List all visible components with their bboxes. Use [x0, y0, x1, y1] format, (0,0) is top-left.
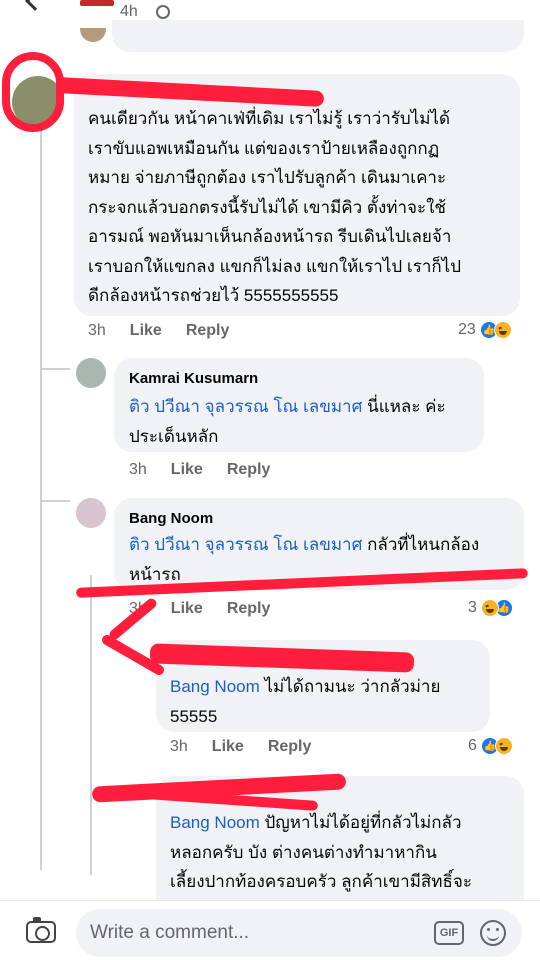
like-button[interactable]: Like [171, 461, 203, 478]
redaction-scribble [2, 52, 64, 132]
comment-line: คนเดียวกัน หน้าคาเฟ่ที่เดิม เราไม่รู้ เร… [88, 109, 451, 128]
reply-text-part: หลอกครับ บัง ต่างคนต่างทำมาหากิน [170, 842, 437, 862]
like-button[interactable]: Like [130, 322, 162, 339]
reply-text-part: เลี้ยงปากท้องครอบครัว ลูกค้าเขามีสิทธิ์จ… [170, 872, 472, 891]
comment-line: เราบอกให้แขกลง แขกก็ไม่ลง แขกให้เราไป เร… [88, 256, 462, 276]
emoji-icon[interactable] [480, 920, 506, 946]
comment-time: 3h [88, 322, 106, 339]
main-comment-text: คนเดียวกัน หน้าคาเฟ่ที่เดิม เราไม่รู้ เร… [88, 104, 518, 311]
reaction-summary[interactable]: 3 👍 [468, 599, 513, 617]
comment-time: 3h [129, 461, 147, 478]
globe-icon [156, 5, 170, 19]
page-logo [80, 0, 114, 6]
comment-author[interactable]: Kamrai Kusumarn [129, 370, 258, 387]
mention-link[interactable]: ติว ปวีณา จุลวรรณ โณ เลขมาศ [129, 397, 362, 416]
mention-link[interactable]: Bang Noom [170, 677, 260, 696]
reaction-summary[interactable]: 6 👍 [468, 737, 513, 755]
thread-line [40, 368, 70, 370]
reply-button[interactable]: Reply [227, 461, 271, 478]
reply-button[interactable]: Reply [268, 738, 312, 755]
like-button[interactable]: Like [212, 738, 244, 755]
comment-input-placeholder: Write a comment... [90, 922, 250, 943]
reply-text-part: ไม่ได้ถามนะ ว่ากลัวม่าย [259, 677, 441, 696]
reply-button[interactable]: Reply [186, 322, 230, 339]
comment-actions: 3h Like Reply [170, 738, 335, 756]
comment-composer: Write a comment... GIF [0, 900, 540, 960]
comment-input[interactable]: Write a comment... GIF [76, 909, 522, 957]
reaction-count: 3 [468, 599, 477, 616]
haha-reaction-icon [494, 737, 513, 755]
reaction-summary[interactable]: 23 👍 [458, 321, 512, 339]
reply-text: Bang Noom ปัญหาไม่ได้อยู่ที่กลัวไม่กลัว … [170, 808, 522, 897]
reply-button[interactable]: Reply [227, 600, 271, 617]
avatar[interactable] [80, 28, 106, 42]
like-button[interactable]: Like [171, 600, 203, 617]
comment-line: หมาย จ่ายภาษีถูกต้อง เราไปรับลูกค้า เดิน… [88, 168, 447, 187]
post-time: 4h [120, 3, 138, 20]
comment-actions: 3h Like Reply [129, 461, 294, 479]
comment-time: 3h [170, 738, 188, 755]
reply-text-part: ปัญหาไม่ได้อยู่ที่กลัวไม่กลัว [259, 813, 462, 832]
comment-actions: 3h Like Reply [88, 322, 253, 340]
haha-reaction-icon [480, 599, 499, 617]
mention-link[interactable]: Bang Noom [170, 813, 260, 832]
reply-text-part: กลัวที่ไหนกล้อง [362, 535, 480, 554]
gif-button[interactable]: GIF [434, 921, 464, 945]
reply-text: ติว ปวีณา จุลวรรณ โณ เลขมาศ นี่แหละ ค่ะ … [129, 392, 479, 451]
reaction-count: 6 [468, 737, 477, 754]
back-arrow-icon[interactable] [25, 0, 45, 11]
thread-line [90, 575, 92, 875]
reaction-count: 23 [458, 321, 476, 338]
reply-text-part: นี่แหละ ค่ะ [362, 397, 446, 416]
camera-icon[interactable] [26, 917, 56, 943]
thread-line [40, 110, 42, 870]
avatar[interactable] [76, 498, 106, 528]
comment-line: อารมณ์ พอหันมาเห็นกล้องหน้ารถ รีบเดินไปเ… [88, 227, 452, 246]
comment-line: กระจกแล้วบอกตรงนี้รับไม่ได้ เขามีคิว ตั้… [88, 197, 446, 217]
reply-text: Bang Noom ไม่ได้ถามนะ ว่ากลัวม่าย 55555 [170, 672, 488, 731]
comment-line: ดีกล้องหน้ารถช่วยไว้ 5555555555 [88, 286, 339, 305]
mention-link[interactable]: ติว ปวีณา จุลวรรณ โณ เลขมาศ [129, 535, 362, 554]
haha-reaction-icon [493, 321, 512, 339]
previous-comment-bubble [112, 20, 524, 52]
thread-line [40, 500, 70, 502]
avatar[interactable] [76, 358, 106, 388]
comment-author[interactable]: Bang Noom [129, 510, 213, 527]
reply-text-part: 55555 [170, 706, 218, 726]
comment-line: เราขับแอพเหมือนกัน แต่ของเราป้ายเหลืองถู… [88, 138, 440, 158]
reply-text-part: ประเด็นหลัก [129, 426, 219, 446]
